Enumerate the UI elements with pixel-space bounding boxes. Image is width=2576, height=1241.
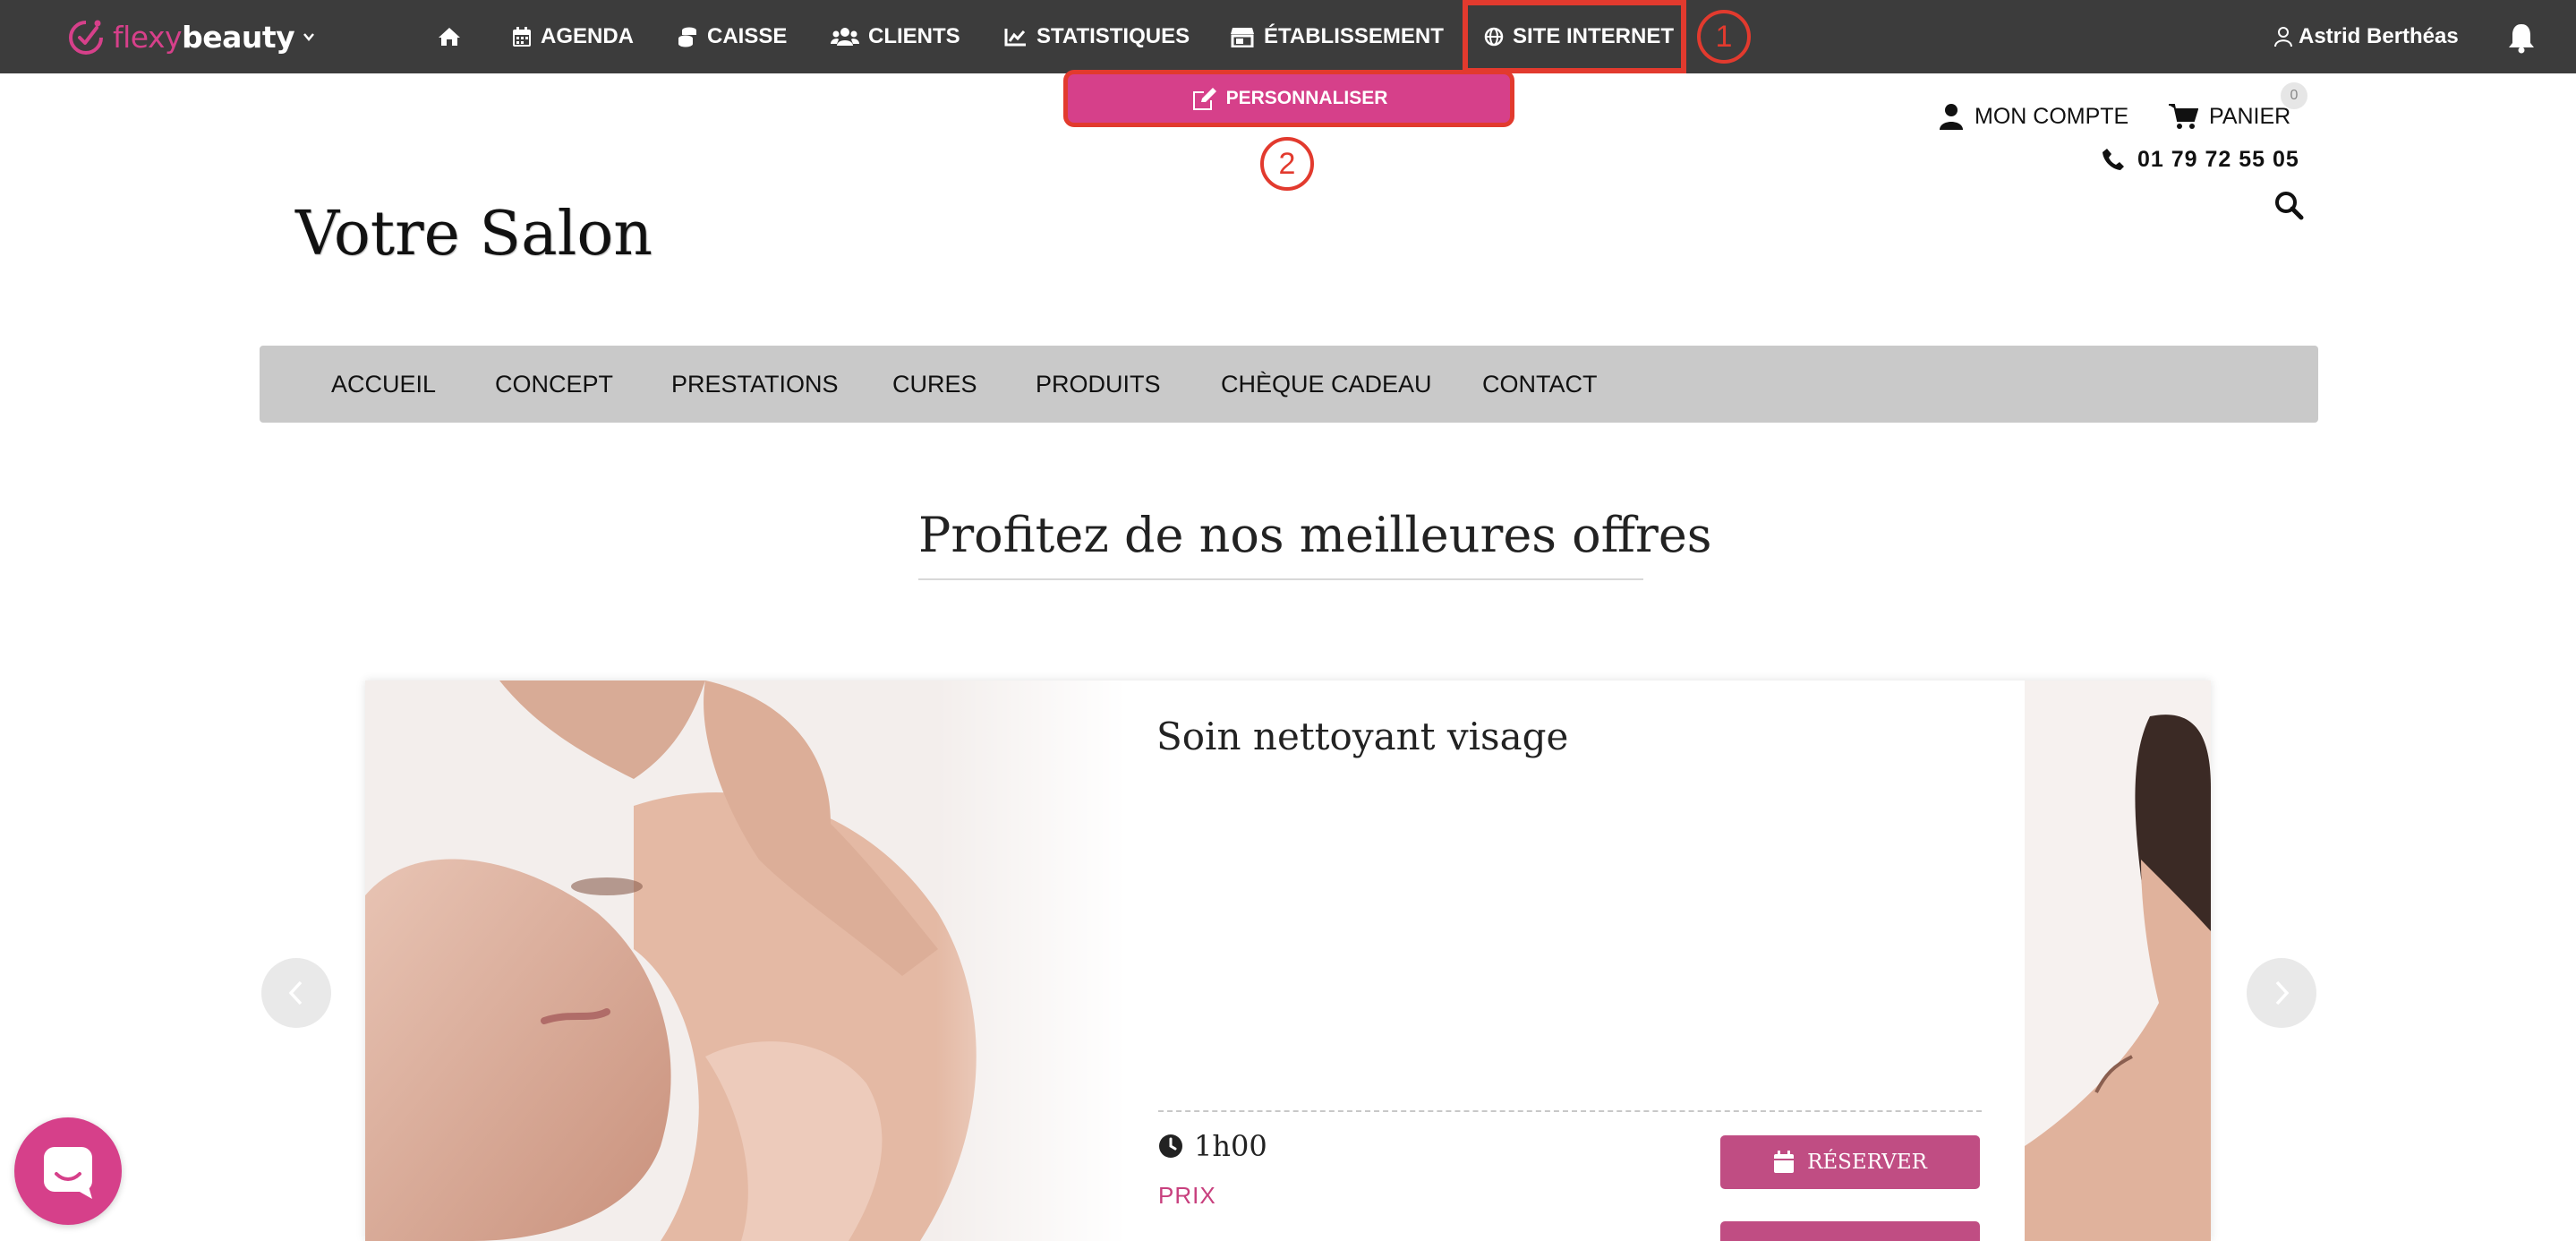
user-menu[interactable]: Astrid Berthéas <box>2273 0 2459 73</box>
offers-title: Profitez de nos meilleures offres <box>918 507 1712 563</box>
home-icon <box>439 28 460 46</box>
account-label: MON COMPTE <box>1975 103 2129 129</box>
site-nav-produits[interactable]: PRODUITS <box>1036 346 1161 423</box>
search-icon[interactable] <box>2273 190 2304 220</box>
offer-duration-value: 1h00 <box>1194 1129 1267 1163</box>
nav-etablissement-label: ÉTABLISSEMENT <box>1264 24 1444 48</box>
reserve-label: RÉSERVER <box>1807 1151 1927 1174</box>
site-internet-highlight <box>1463 0 1686 73</box>
step-2-badge: 2 <box>1260 137 1314 191</box>
secondary-offer-button[interactable] <box>1720 1221 1980 1241</box>
brand-menu[interactable]: flexybeauty <box>64 13 316 61</box>
user-icon <box>2274 27 2292 47</box>
cart-link[interactable]: PANIER <box>2168 98 2290 134</box>
nav-etablissement[interactable]: ÉTABLISSEMENT <box>1230 0 1444 73</box>
offer-duration: 1h00 <box>1158 1128 1267 1164</box>
cart-label: PANIER <box>2209 103 2291 129</box>
carousel-prev-button[interactable] <box>261 958 331 1028</box>
offer-divider <box>1158 1110 1982 1112</box>
personnaliser-button[interactable]: PERSONNALISER <box>1063 70 1514 127</box>
phone-link[interactable]: 01 79 72 55 05 <box>2102 143 2299 175</box>
chart-icon <box>1004 29 1026 47</box>
account-link[interactable]: MON COMPTE <box>1939 98 2128 134</box>
reserve-button[interactable]: RÉSERVER <box>1720 1135 1980 1189</box>
user-name: Astrid Berthéas <box>2299 24 2459 48</box>
nav-clients-label: CLIENTS <box>868 24 960 48</box>
cart-count-badge: 0 <box>2281 82 2307 109</box>
site-nav: ACCUEIL CONCEPT PRESTATIONS CURES PRODUI… <box>260 346 2318 423</box>
step-1-badge: 1 <box>1697 10 1751 64</box>
chevron-left-icon <box>288 980 303 1006</box>
store-icon <box>1231 28 1254 47</box>
site-nav-cheque-cadeau[interactable]: CHÈQUE CADEAU <box>1221 346 1432 423</box>
chevron-down-icon <box>303 33 315 41</box>
chevron-right-icon <box>2275 980 2290 1006</box>
site-nav-contact[interactable]: CONTACT <box>1482 346 1598 423</box>
offer-card: Soin nettoyant visage 1h00 PRIX RÉSERVER <box>365 680 2211 1241</box>
step-2-number: 2 <box>1278 146 1296 181</box>
next-offer-photo <box>2025 680 2211 1241</box>
phone-icon <box>2103 149 2124 170</box>
app-topbar: flexybeauty AGENDA CAISSE CLIENTS STATIS… <box>0 0 2576 73</box>
chat-launcher-button[interactable] <box>14 1117 122 1225</box>
user-icon <box>1940 104 1963 130</box>
edit-icon <box>1192 88 1216 110</box>
offer-price-label: PRIX <box>1158 1182 1216 1209</box>
offer-title[interactable]: Soin nettoyant visage <box>1156 715 1568 758</box>
bell-icon[interactable] <box>2506 21 2537 54</box>
cart-icon <box>2169 104 2198 129</box>
site-nav-prestations[interactable]: PRESTATIONS <box>671 346 839 423</box>
chat-icon <box>44 1147 92 1199</box>
nav-caisse-label: CAISSE <box>707 24 788 48</box>
personnaliser-label: PERSONNALISER <box>1225 88 1388 108</box>
nav-home[interactable] <box>437 0 471 73</box>
brand-name-part2: beauty <box>182 19 295 55</box>
nav-statistiques-label: STATISTIQUES <box>1036 24 1190 48</box>
clock-icon <box>1159 1134 1182 1158</box>
coins-icon <box>678 27 696 47</box>
phone-number: 01 79 72 55 05 <box>2137 146 2299 172</box>
brand-name: flexybeauty <box>113 19 295 55</box>
brand-name-part1: flexy <box>113 19 183 55</box>
nav-statistiques[interactable]: STATISTIQUES <box>1004 0 1190 73</box>
flexybeauty-logo-icon <box>69 20 103 55</box>
nav-agenda-label: AGENDA <box>541 24 635 48</box>
nav-caisse[interactable]: CAISSE <box>677 0 787 73</box>
carousel-next-button[interactable] <box>2247 958 2316 1028</box>
users-icon <box>831 28 859 46</box>
calendar-icon <box>513 27 531 47</box>
offers-title-underline <box>918 578 1643 580</box>
calendar-icon <box>1774 1151 1795 1173</box>
salon-name[interactable]: Votre Salon <box>295 199 653 270</box>
offer-photo <box>365 680 1126 1241</box>
site-nav-accueil[interactable]: ACCUEIL <box>331 346 436 423</box>
site-nav-cures[interactable]: CURES <box>892 346 977 423</box>
site-nav-concept[interactable]: CONCEPT <box>495 346 613 423</box>
step-1-number: 1 <box>1715 19 1733 54</box>
nav-agenda[interactable]: AGENDA <box>512 0 634 73</box>
nav-clients[interactable]: CLIENTS <box>831 0 960 73</box>
